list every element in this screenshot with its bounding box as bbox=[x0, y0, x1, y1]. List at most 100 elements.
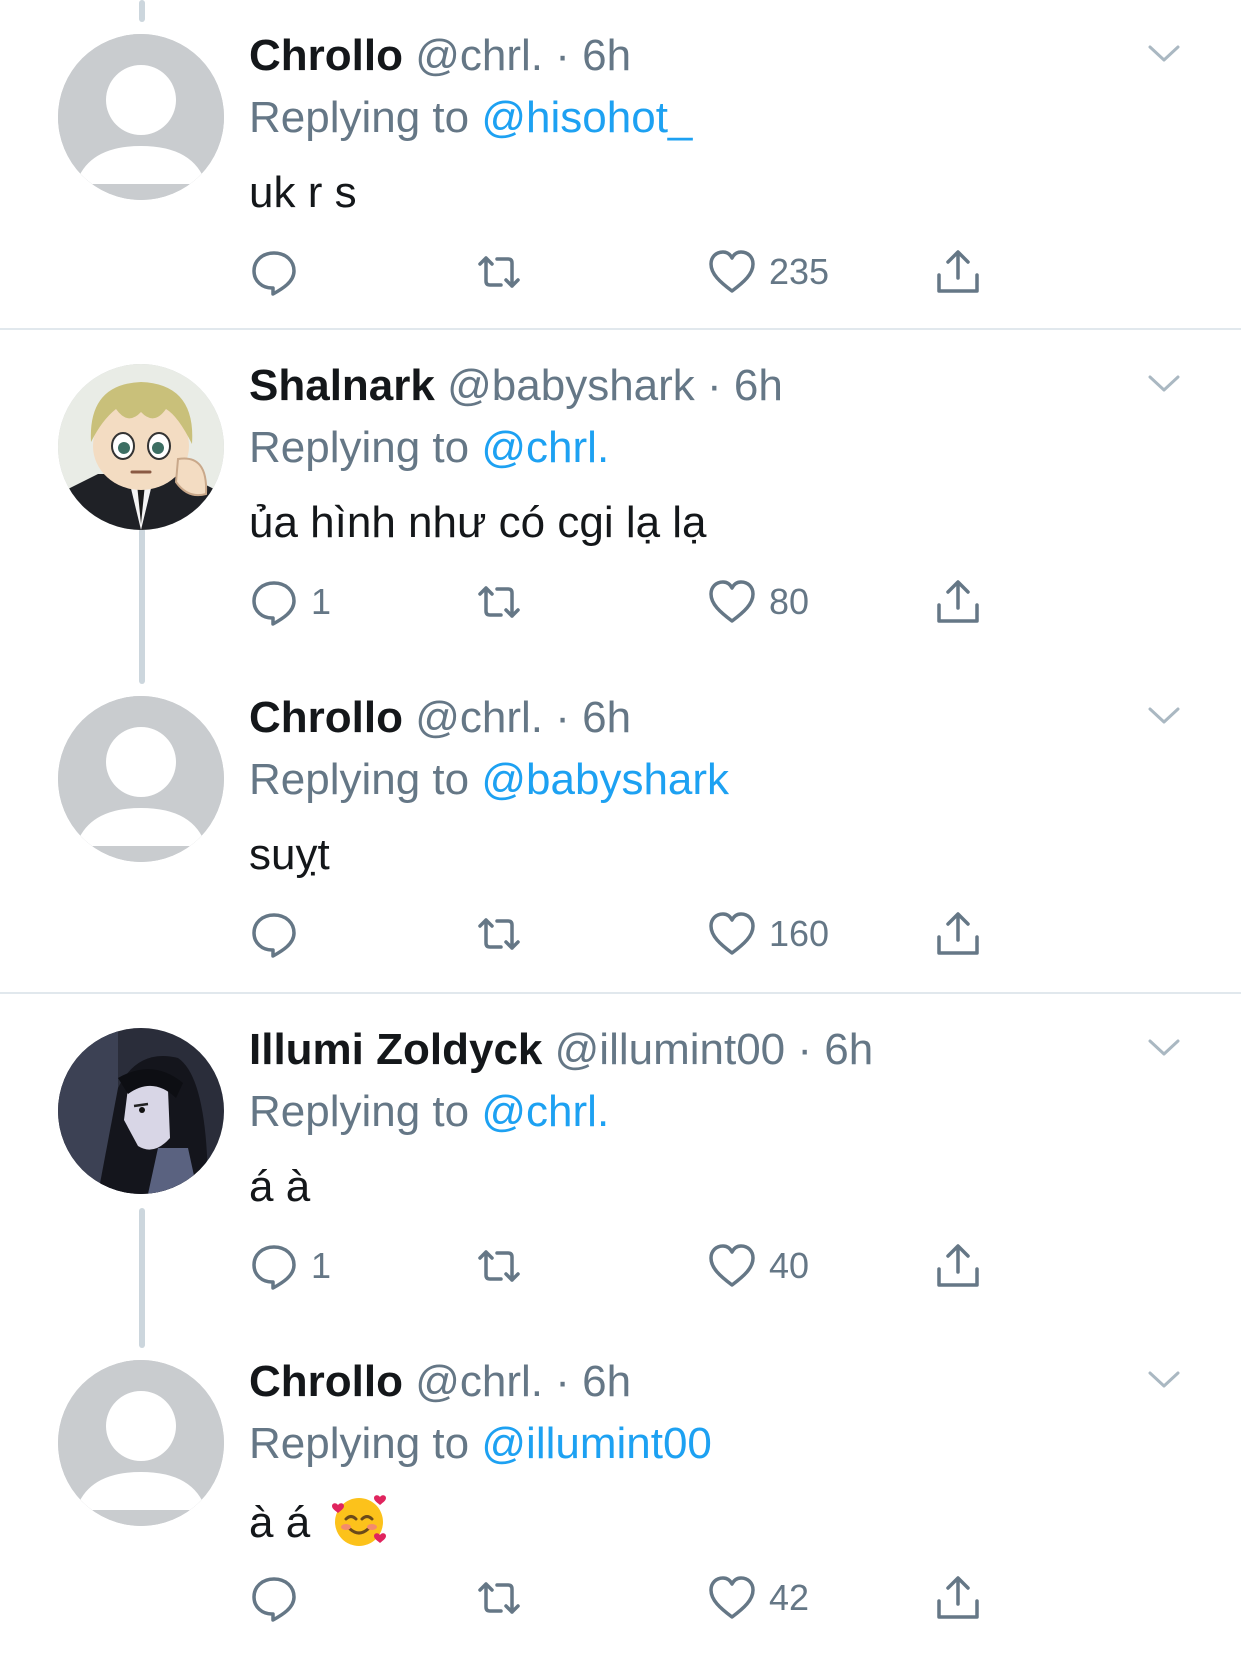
tweet-header: Chrollo @chrl. · 6h bbox=[249, 28, 631, 84]
replying-to: Replying to @chrl. bbox=[249, 420, 609, 476]
timestamp[interactable]: 6h bbox=[582, 31, 631, 80]
mention-link[interactable]: @babyshark bbox=[481, 755, 729, 804]
timestamp[interactable]: 6h bbox=[582, 693, 631, 742]
separator-dot: · bbox=[555, 1357, 570, 1406]
heart-icon bbox=[709, 1576, 755, 1619]
tweet-text: ủa hình như có cgi lạ lạ bbox=[249, 498, 707, 547]
chevron-down-icon[interactable] bbox=[1146, 1368, 1182, 1392]
separator-dot: · bbox=[797, 1025, 813, 1074]
retweet-button[interactable] bbox=[474, 246, 524, 298]
username[interactable]: @babyshark bbox=[447, 361, 695, 410]
heart-icon bbox=[709, 1244, 755, 1287]
tweet[interactable]: Chrollo @chrl. · 6h Replying to @hisohot… bbox=[0, 0, 1241, 330]
anime-blond-avatar[interactable] bbox=[58, 364, 224, 530]
share-icon bbox=[937, 580, 979, 623]
share-button[interactable] bbox=[933, 1572, 983, 1624]
comment-bubble-icon bbox=[252, 251, 296, 296]
retweet-button[interactable] bbox=[474, 908, 524, 960]
reply-button[interactable]: 1 bbox=[249, 1240, 331, 1292]
mention-link[interactable]: @chrl. bbox=[481, 423, 609, 472]
timestamp[interactable]: 6h bbox=[734, 361, 783, 410]
chevron-down-icon[interactable] bbox=[1146, 372, 1182, 396]
comment-bubble-icon bbox=[252, 1577, 296, 1622]
tweet-text-row: à á bbox=[249, 1491, 388, 1551]
tweet[interactable]: Chrollo @chrl. · 6h Replying to @babysha… bbox=[0, 662, 1241, 992]
like-button[interactable]: 42 bbox=[707, 1572, 809, 1624]
timestamp[interactable]: 6h bbox=[824, 1025, 873, 1074]
share-button[interactable] bbox=[933, 1240, 983, 1292]
share-icon bbox=[937, 912, 979, 955]
tweet-header: Chrollo @chrl. · 6h bbox=[249, 690, 631, 746]
tweet-header: Chrollo @chrl. · 6h bbox=[249, 1354, 631, 1410]
default-avatar[interactable] bbox=[58, 1360, 224, 1526]
reply-button[interactable] bbox=[249, 1572, 311, 1624]
replying-to-label: Replying to bbox=[249, 755, 470, 804]
mention-link[interactable]: @hisohot_ bbox=[481, 93, 692, 142]
share-icon bbox=[937, 1576, 979, 1619]
chevron-down-icon[interactable] bbox=[1146, 42, 1182, 66]
username[interactable]: @chrl. bbox=[415, 1357, 543, 1406]
like-count: 160 bbox=[769, 913, 830, 954]
heart-icon bbox=[709, 580, 755, 623]
replying-to-label: Replying to bbox=[249, 423, 470, 472]
timestamp[interactable]: 6h bbox=[582, 1357, 631, 1406]
retweet-button[interactable] bbox=[474, 1572, 524, 1624]
share-button[interactable] bbox=[933, 908, 983, 960]
separator-dot: · bbox=[555, 31, 570, 80]
display-name[interactable]: Chrollo bbox=[249, 31, 403, 80]
chevron-down-icon[interactable] bbox=[1146, 1036, 1182, 1060]
heart-icon bbox=[709, 912, 755, 955]
comment-bubble-icon bbox=[252, 1245, 296, 1290]
tweet-text: uk r s bbox=[249, 168, 357, 217]
like-count: 42 bbox=[769, 1577, 810, 1618]
smiling-face-with-hearts-emoji bbox=[332, 1495, 387, 1546]
tweet-actions: 1 80 bbox=[249, 576, 1009, 628]
tweet-text: á à bbox=[249, 1162, 311, 1211]
like-count: 40 bbox=[769, 1245, 810, 1286]
share-button[interactable] bbox=[933, 246, 983, 298]
anime-dark-hair-avatar[interactable] bbox=[58, 1028, 224, 1194]
tweet[interactable]: Illumi Zoldyck @illumint00 · 6h Replying… bbox=[0, 994, 1241, 1324]
reply-button[interactable]: 1 bbox=[249, 576, 331, 628]
reply-count: 1 bbox=[311, 581, 332, 622]
default-avatar[interactable] bbox=[58, 34, 224, 200]
replying-to: Replying to @chrl. bbox=[249, 1084, 609, 1140]
like-button[interactable]: 80 bbox=[707, 576, 809, 628]
like-count: 235 bbox=[769, 251, 830, 292]
retweet-icon bbox=[478, 586, 520, 618]
reply-button[interactable] bbox=[249, 908, 311, 960]
tweet[interactable]: Shalnark @babyshark · 6h Replying to @ch… bbox=[0, 330, 1241, 660]
display-name[interactable]: Chrollo bbox=[249, 693, 403, 742]
tweet-header: Illumi Zoldyck @illumint00 · 6h bbox=[249, 1022, 873, 1078]
tweet-text: suỵt bbox=[249, 830, 330, 879]
like-button[interactable]: 160 bbox=[707, 908, 829, 960]
tweet-actions: 1 40 bbox=[249, 1240, 1009, 1292]
chevron-down-icon[interactable] bbox=[1146, 704, 1182, 728]
like-button[interactable]: 40 bbox=[707, 1240, 809, 1292]
display-name[interactable]: Shalnark bbox=[249, 361, 435, 410]
separator-dot: · bbox=[707, 361, 722, 410]
replying-to-label: Replying to bbox=[249, 1419, 470, 1468]
tweet[interactable]: Chrollo @chrl. · 6h Replying to @illumin… bbox=[0, 1326, 1241, 1656]
share-button[interactable] bbox=[933, 576, 983, 628]
username[interactable]: @chrl. bbox=[415, 31, 543, 80]
retweet-icon bbox=[478, 1582, 520, 1614]
retweet-button[interactable] bbox=[474, 1240, 524, 1292]
reply-button[interactable] bbox=[249, 246, 311, 298]
replying-to: Replying to @hisohot_ bbox=[249, 90, 692, 146]
tweet-actions: 42 bbox=[249, 1572, 1009, 1624]
display-name[interactable]: Chrollo bbox=[249, 1357, 403, 1406]
default-avatar[interactable] bbox=[58, 696, 224, 862]
display-name[interactable]: Illumi Zoldyck bbox=[249, 1025, 542, 1074]
tweet-text: à á bbox=[249, 1498, 311, 1547]
comment-bubble-icon bbox=[252, 581, 296, 626]
mention-link[interactable]: @chrl. bbox=[481, 1087, 609, 1136]
tweet-actions: 235 bbox=[249, 246, 1009, 298]
like-button[interactable]: 235 bbox=[707, 246, 829, 298]
mention-link[interactable]: @illumint00 bbox=[481, 1419, 712, 1468]
tweet-header: Shalnark @babyshark · 6h bbox=[249, 358, 783, 414]
heart-icon bbox=[709, 250, 755, 293]
username[interactable]: @chrl. bbox=[415, 693, 543, 742]
retweet-button[interactable] bbox=[474, 576, 524, 628]
username[interactable]: @illumint00 bbox=[555, 1025, 786, 1074]
